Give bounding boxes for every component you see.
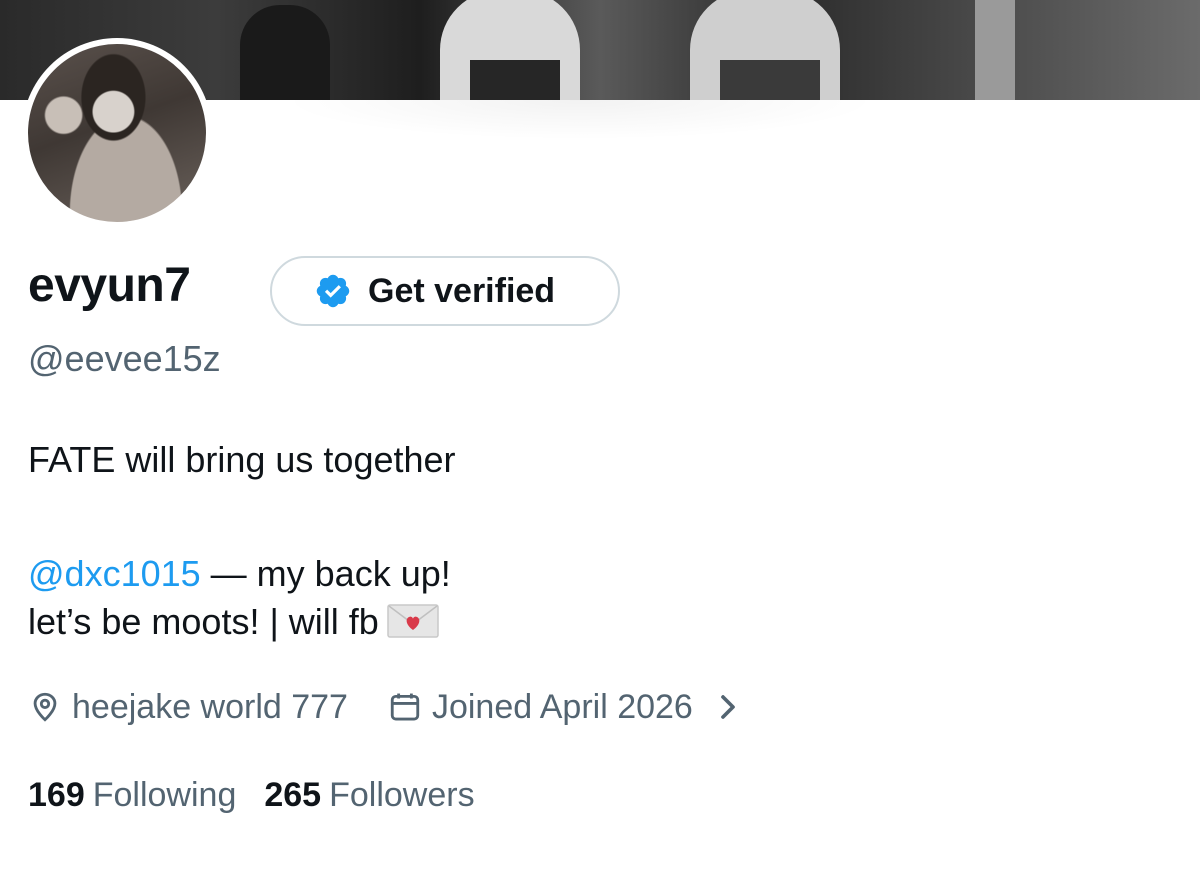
following-count: 169 [28, 776, 85, 814]
location-pin-icon [33, 692, 57, 722]
calendar-icon [390, 693, 420, 721]
followers-link[interactable]: 265 Followers [264, 772, 474, 818]
joined-item[interactable]: Joined April 2026 [388, 684, 739, 730]
follow-counts: 169 Following 265 Followers [28, 772, 475, 818]
mention-link[interactable]: @dxc1015 [28, 553, 201, 594]
followers-label: Followers [329, 776, 475, 814]
chevron-right-icon [721, 695, 735, 719]
get-verified-label: Get verified [368, 271, 556, 310]
love-letter-emoji-icon [387, 604, 439, 638]
profile-avatar[interactable] [22, 38, 212, 228]
profile-bio: FATE will bring us together @dxc1015 — m… [28, 436, 456, 646]
bio-line-3-text: let’s be moots! | will fb [28, 601, 379, 642]
profile-meta: heejake world 777 Joined April 2026 [28, 684, 739, 730]
banner-shadow [280, 100, 880, 140]
bio-line-1: FATE will bring us together [28, 439, 456, 480]
location-text: heejake world 777 [72, 688, 348, 726]
bio-line-2: @dxc1015 — my back up! [28, 550, 456, 598]
user-handle: @eevee15z [28, 338, 221, 379]
profile-page: evyun7 Get verified @eevee15z FATE will … [0, 0, 1200, 876]
display-name: evyun7 [28, 259, 191, 312]
avatar-image [28, 44, 206, 222]
bio-line-2-text: — my back up! [200, 553, 451, 594]
get-verified-button[interactable]: Get verified [270, 256, 620, 326]
joined-text: Joined April 2026 [431, 688, 693, 726]
following-label: Following [92, 776, 237, 814]
following-link[interactable]: 169 Following [28, 772, 236, 818]
location-item: heejake world 777 [28, 684, 348, 730]
bio-line-3: let’s be moots! | will fb [28, 598, 456, 646]
followers-count: 265 [264, 776, 322, 814]
verified-badge-icon [316, 274, 350, 308]
